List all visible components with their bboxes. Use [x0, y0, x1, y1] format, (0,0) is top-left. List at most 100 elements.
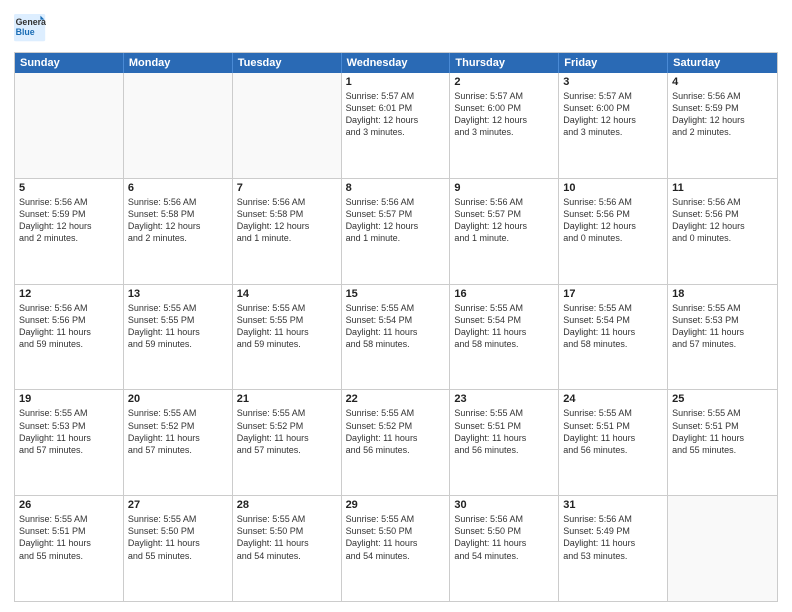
day-info-19: Sunrise: 5:55 AMSunset: 5:53 PMDaylight:…	[19, 407, 119, 456]
day-number-21: 21	[237, 393, 337, 405]
logo: General Blue	[14, 10, 46, 46]
logo-svg: General Blue	[14, 10, 46, 46]
calendar-day-30: 30 Sunrise: 5:56 AMSunset: 5:50 PMDayligh…	[450, 496, 559, 601]
calendar-day-empty	[124, 73, 233, 178]
calendar-day-12: 12 Sunrise: 5:56 AMSunset: 5:56 PMDayligh…	[15, 285, 124, 390]
calendar-day-31: 31 Sunrise: 5:56 AMSunset: 5:49 PMDayligh…	[559, 496, 668, 601]
day-number-12: 12	[19, 288, 119, 300]
calendar-day-18: 18Sunrise: 5:55 AMSunset: 5:53 PMDayligh…	[668, 285, 777, 390]
day-number-28: 28	[237, 499, 337, 511]
day-number-23: 23	[454, 393, 554, 405]
day-number-1: 1	[346, 76, 446, 88]
day-number-26: 26	[19, 499, 119, 511]
day-number-14: 14	[237, 288, 337, 300]
day-number-16: 16	[454, 288, 554, 300]
calendar-day-20: 20Sunrise: 5:55 AMSunset: 5:52 PMDayligh…	[124, 390, 233, 495]
calendar-week-2: 5 Sunrise: 5:56 AMSunset: 5:59 PMDaylight…	[15, 178, 777, 284]
day-number-6: 6	[128, 182, 228, 194]
calendar-body: 1 Sunrise: 5:57 AMSunset: 6:01 PMDaylight…	[15, 73, 777, 601]
day-info-10: Sunrise: 5:56 AMSunset: 5:56 PMDaylight:…	[563, 196, 663, 245]
calendar-day-17: 17 Sunrise: 5:55 AMSunset: 5:54 PMDayligh…	[559, 285, 668, 390]
day-info-8: Sunrise: 5:56 AMSunset: 5:57 PMDaylight:…	[346, 196, 446, 245]
day-info-5: Sunrise: 5:56 AMSunset: 5:59 PMDaylight:…	[19, 196, 119, 245]
day-number-8: 8	[346, 182, 446, 194]
day-number-25: 25	[672, 393, 773, 405]
calendar-day-27: 27 Sunrise: 5:55 AMSunset: 5:50 PMDayligh…	[124, 496, 233, 601]
header-day-saturday: Saturday	[668, 53, 777, 73]
day-number-7: 7	[237, 182, 337, 194]
day-info-20: Sunrise: 5:55 AMSunset: 5:52 PMDaylight:…	[128, 407, 228, 456]
day-info-11: Sunrise: 5:56 AMSunset: 5:56 PMDaylight:…	[672, 196, 773, 245]
day-number-19: 19	[19, 393, 119, 405]
header-day-monday: Monday	[124, 53, 233, 73]
day-info-30: Sunrise: 5:56 AMSunset: 5:50 PMDaylight:…	[454, 513, 554, 562]
calendar-header: SundayMondayTuesdayWednesdayThursdayFrid…	[15, 53, 777, 73]
day-number-30: 30	[454, 499, 554, 511]
day-number-2: 2	[454, 76, 554, 88]
header-day-tuesday: Tuesday	[233, 53, 342, 73]
calendar-day-1: 1 Sunrise: 5:57 AMSunset: 6:01 PMDaylight…	[342, 73, 451, 178]
day-info-29: Sunrise: 5:55 AMSunset: 5:50 PMDaylight:…	[346, 513, 446, 562]
calendar-day-14: 14 Sunrise: 5:55 AMSunset: 5:55 PMDayligh…	[233, 285, 342, 390]
day-number-15: 15	[346, 288, 446, 300]
day-info-4: Sunrise: 5:56 AMSunset: 5:59 PMDaylight:…	[672, 90, 773, 139]
calendar-day-4: 4 Sunrise: 5:56 AMSunset: 5:59 PMDaylight…	[668, 73, 777, 178]
day-info-22: Sunrise: 5:55 AMSunset: 5:52 PMDaylight:…	[346, 407, 446, 456]
calendar-week-5: 26 Sunrise: 5:55 AMSunset: 5:51 PMDayligh…	[15, 495, 777, 601]
day-info-24: Sunrise: 5:55 AMSunset: 5:51 PMDaylight:…	[563, 407, 663, 456]
calendar-day-3: 3Sunrise: 5:57 AMSunset: 6:00 PMDaylight…	[559, 73, 668, 178]
day-number-11: 11	[672, 182, 773, 194]
day-info-27: Sunrise: 5:55 AMSunset: 5:50 PMDaylight:…	[128, 513, 228, 562]
calendar-day-5: 5 Sunrise: 5:56 AMSunset: 5:59 PMDaylight…	[15, 179, 124, 284]
day-number-4: 4	[672, 76, 773, 88]
day-info-6: Sunrise: 5:56 AMSunset: 5:58 PMDaylight:…	[128, 196, 228, 245]
calendar-day-29: 29 Sunrise: 5:55 AMSunset: 5:50 PMDayligh…	[342, 496, 451, 601]
calendar-day-empty	[15, 73, 124, 178]
day-info-31: Sunrise: 5:56 AMSunset: 5:49 PMDaylight:…	[563, 513, 663, 562]
header-day-thursday: Thursday	[450, 53, 559, 73]
calendar-day-15: 15Sunrise: 5:55 AMSunset: 5:54 PMDayligh…	[342, 285, 451, 390]
day-info-23: Sunrise: 5:55 AMSunset: 5:51 PMDaylight:…	[454, 407, 554, 456]
day-info-9: Sunrise: 5:56 AMSunset: 5:57 PMDaylight:…	[454, 196, 554, 245]
calendar-day-21: 21 Sunrise: 5:55 AMSunset: 5:52 PMDayligh…	[233, 390, 342, 495]
day-info-16: Sunrise: 5:55 AMSunset: 5:54 PMDaylight:…	[454, 302, 554, 351]
day-number-24: 24	[563, 393, 663, 405]
calendar-day-25: 25 Sunrise: 5:55 AMSunset: 5:51 PMDayligh…	[668, 390, 777, 495]
calendar-day-empty	[668, 496, 777, 601]
day-info-21: Sunrise: 5:55 AMSunset: 5:52 PMDaylight:…	[237, 407, 337, 456]
calendar-day-empty	[233, 73, 342, 178]
calendar-day-8: 8 Sunrise: 5:56 AMSunset: 5:57 PMDaylight…	[342, 179, 451, 284]
calendar-day-23: 23 Sunrise: 5:55 AMSunset: 5:51 PMDayligh…	[450, 390, 559, 495]
calendar-week-1: 1 Sunrise: 5:57 AMSunset: 6:01 PMDaylight…	[15, 73, 777, 178]
day-info-2: Sunrise: 5:57 AMSunset: 6:00 PMDaylight:…	[454, 90, 554, 139]
day-number-5: 5	[19, 182, 119, 194]
day-info-1: Sunrise: 5:57 AMSunset: 6:01 PMDaylight:…	[346, 90, 446, 139]
calendar-day-9: 9 Sunrise: 5:56 AMSunset: 5:57 PMDaylight…	[450, 179, 559, 284]
day-info-13: Sunrise: 5:55 AMSunset: 5:55 PMDaylight:…	[128, 302, 228, 351]
calendar-day-7: 7 Sunrise: 5:56 AMSunset: 5:58 PMDaylight…	[233, 179, 342, 284]
day-number-31: 31	[563, 499, 663, 511]
day-info-7: Sunrise: 5:56 AMSunset: 5:58 PMDaylight:…	[237, 196, 337, 245]
calendar-day-6: 6 Sunrise: 5:56 AMSunset: 5:58 PMDaylight…	[124, 179, 233, 284]
calendar-week-3: 12 Sunrise: 5:56 AMSunset: 5:56 PMDayligh…	[15, 284, 777, 390]
day-info-25: Sunrise: 5:55 AMSunset: 5:51 PMDaylight:…	[672, 407, 773, 456]
header-day-wednesday: Wednesday	[342, 53, 451, 73]
header-day-sunday: Sunday	[15, 53, 124, 73]
calendar-day-24: 24 Sunrise: 5:55 AMSunset: 5:51 PMDayligh…	[559, 390, 668, 495]
day-number-10: 10	[563, 182, 663, 194]
day-info-12: Sunrise: 5:56 AMSunset: 5:56 PMDaylight:…	[19, 302, 119, 351]
day-number-17: 17	[563, 288, 663, 300]
day-number-22: 22	[346, 393, 446, 405]
day-info-18: Sunrise: 5:55 AMSunset: 5:53 PMDaylight:…	[672, 302, 773, 351]
day-info-26: Sunrise: 5:55 AMSunset: 5:51 PMDaylight:…	[19, 513, 119, 562]
day-number-29: 29	[346, 499, 446, 511]
day-info-28: Sunrise: 5:55 AMSunset: 5:50 PMDaylight:…	[237, 513, 337, 562]
calendar-day-2: 2 Sunrise: 5:57 AMSunset: 6:00 PMDaylight…	[450, 73, 559, 178]
day-number-3: 3	[563, 76, 663, 88]
calendar-day-16: 16 Sunrise: 5:55 AMSunset: 5:54 PMDayligh…	[450, 285, 559, 390]
day-info-14: Sunrise: 5:55 AMSunset: 5:55 PMDaylight:…	[237, 302, 337, 351]
day-number-27: 27	[128, 499, 228, 511]
day-number-9: 9	[454, 182, 554, 194]
calendar-day-11: 11 Sunrise: 5:56 AMSunset: 5:56 PMDayligh…	[668, 179, 777, 284]
day-info-17: Sunrise: 5:55 AMSunset: 5:54 PMDaylight:…	[563, 302, 663, 351]
